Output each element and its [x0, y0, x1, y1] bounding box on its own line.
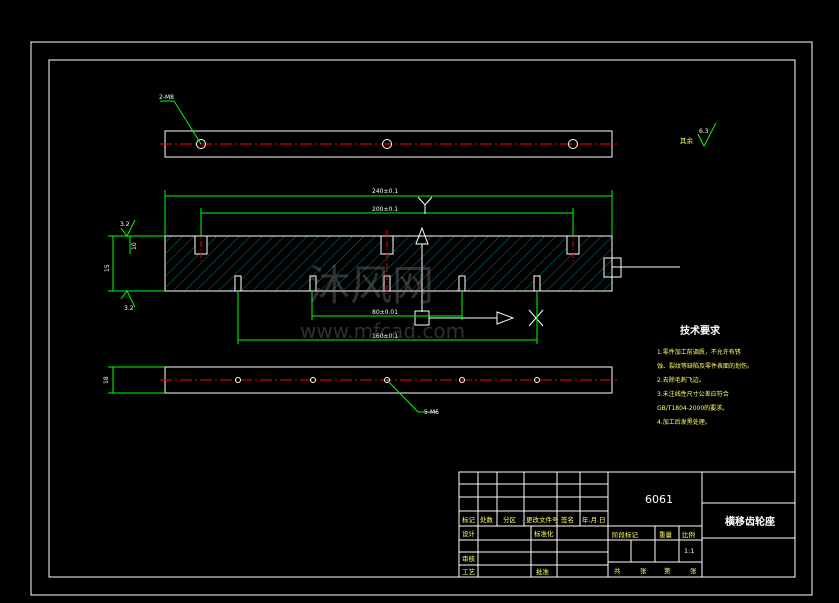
tech-title: 技术要求: [680, 324, 721, 337]
tb-weight: 重量: [659, 531, 673, 539]
roughness-rest-label: 其余: [680, 136, 694, 145]
tech-line-5: GB/T1804-2000的要求。: [657, 404, 728, 412]
tb-standardize: 标准化: [534, 529, 554, 538]
tb-part-name: 横移齿轮座: [725, 515, 775, 528]
dim-overall-text: 240±0.1: [372, 188, 398, 195]
tech-line-4: 3.未注线性尺寸公差应符合: [657, 390, 729, 398]
tech-requirements: 技术要求 1.零件加工前调质，不允许有锈 蚀、裂纹等缺陷及零件表面的划伤。 2.…: [657, 324, 753, 426]
dim-h-text: 10: [131, 242, 138, 250]
section-bhole-5: [533, 275, 541, 292]
tb-h-mark: 标记: [462, 515, 476, 524]
tb-check: 审核: [462, 554, 476, 563]
tb-stage: 阶段标记: [612, 530, 639, 539]
tb-scale: 1:1: [684, 547, 694, 555]
title-block-text: 6061 横移齿轮座 标记 处数 分区 更改文件号 签名 年.月.日 设计 标准…: [462, 493, 775, 576]
ucs-y-marker: [417, 196, 433, 214]
ucs-x-marker: [528, 309, 544, 327]
tb-h-zone: 分区: [503, 515, 517, 524]
tech-line-3: 2.去除毛刺飞边。: [657, 376, 705, 384]
watermark-chinese: 沐风网: [308, 261, 434, 310]
top-hole-callout: 2-M8: [159, 94, 174, 101]
roughness-rest: 其余 6.3: [680, 122, 717, 148]
bottom-hole-callout: 5-M6: [424, 409, 439, 416]
tb-h-count: 处数: [480, 515, 494, 524]
roughness-bottom-value: 3.2: [124, 305, 134, 312]
tb-approve: 批准: [536, 567, 550, 576]
tb-sheet-unit: 张: [640, 566, 647, 575]
tech-line-2: 蚀、裂纹等缺陷及零件表面的划伤。: [657, 362, 753, 370]
ucs-arrow-right: [496, 311, 515, 325]
tb-h-file: 更改文件号: [526, 515, 559, 524]
top-callout-leader: [173, 100, 202, 145]
top-view[interactable]: 2-M8: [159, 94, 618, 158]
tb-scale-label: 比例: [682, 530, 695, 539]
tb-design: 设计: [462, 529, 476, 538]
dim-pitch-text: 80±0.01: [372, 309, 398, 316]
bottom-callout-leader: [386, 379, 419, 413]
tb-sheet-unit2: 张: [690, 566, 697, 575]
dim-span-text: 200±0.1: [372, 206, 398, 213]
tb-sheet-no: 第: [664, 566, 671, 575]
dim-bthk-text: 18: [103, 376, 110, 384]
roughness-top-value: 3.2: [120, 221, 130, 228]
dim-thk-text: 15: [104, 264, 111, 272]
tb-h-date: 年.月.日: [582, 515, 606, 524]
tech-line-6: 4.加工后发黑处理。: [657, 418, 711, 426]
tb-material: 6061: [645, 493, 673, 506]
cad-drawing-canvas[interactable]: { "colors": { "background": "#000000", "…: [0, 0, 839, 603]
drawing-svg: 2-M8 其余 6.3 240±0.1 200±0.1 15 10 3.2 3.…: [30, 41, 813, 596]
roughness-rest-value: 6.3: [699, 128, 709, 135]
bottom-view[interactable]: 5-M6 18: [103, 366, 618, 416]
watermark-url: www.mfcad.com: [300, 319, 465, 343]
tb-h-sign: 签名: [561, 515, 574, 524]
tb-process: 工艺: [462, 568, 476, 576]
section-bhole-1: [234, 275, 242, 292]
tb-sheet-total: 共: [614, 566, 621, 575]
section-bhole-4: [458, 275, 466, 292]
tech-line-1: 1.零件加工前调质，不允许有锈: [657, 348, 741, 356]
